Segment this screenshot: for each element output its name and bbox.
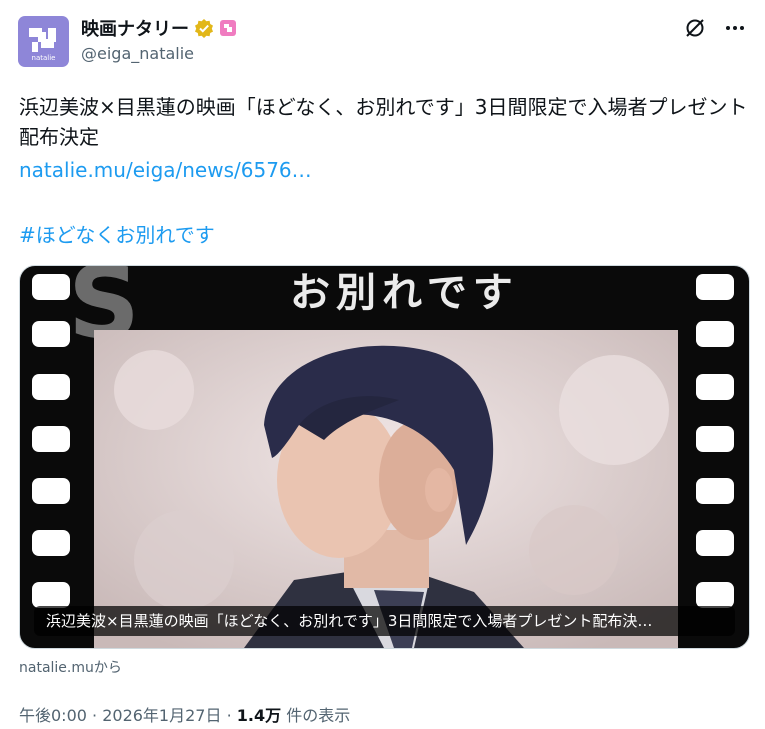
film-perforation [696,321,734,347]
film-perforation [696,274,734,300]
display-name[interactable]: 映画ナタリー [81,15,189,41]
account-handle[interactable]: @eiga_natalie [81,44,194,63]
film-perforation [696,374,734,400]
portrait-illustration [94,330,678,648]
card-source[interactable]: natalie.muから [19,657,122,677]
film-perforation [32,374,70,400]
grok-icon [686,19,704,37]
film-perforation [32,530,70,556]
film-perforation [696,582,734,608]
avatar-label: natalie [31,54,56,62]
more-button[interactable] [723,16,747,40]
avatar[interactable]: natalie [18,16,69,67]
top-actions [683,16,747,40]
views-label: 件の表示 [286,706,351,725]
film-perforation [696,426,734,452]
meta-separator: · [92,706,103,725]
film-perforation [696,478,734,504]
tweet-hashtag[interactable]: #ほどなくお別れです [19,219,215,248]
link-card[interactable]: S お別れです 浜辺美波×目黒蓮の映画「ほどなく、お別れです」3日間限定で入場者… [19,265,750,649]
film-perforation [32,274,70,300]
tweet-text: 浜辺美波×目黒蓮の映画「ほどなく、お別れです」3日間限定で入場者プレゼント配布決… [19,95,748,149]
film-perforation [32,478,70,504]
account-name-row: 映画ナタリー [81,15,237,41]
film-perforation [32,426,70,452]
tweet-meta: 午後0:00 · 2026年1月27日 · 1.4万 件の表示 [19,702,350,726]
affiliate-badge-icon[interactable] [219,19,237,37]
film-perforation [696,530,734,556]
card-caption: 浜辺美波×目黒蓮の映画「ほどなく、お別れです」3日間限定で入場者プレゼント配布決… [34,606,735,636]
card-photo [94,330,678,648]
tweet-time[interactable]: 午後0:00 [19,706,87,725]
card-title-art: お別れです [290,269,519,316]
meta-separator: · [226,706,237,725]
views-count: 1.4万 [236,706,282,725]
tweet-link[interactable]: natalie.mu/eiga/news/6576… [19,158,312,182]
film-perforation [32,321,70,347]
tweet-date[interactable]: 2026年1月27日 [102,706,221,725]
grok-button[interactable] [683,16,707,40]
film-perforation [32,582,70,608]
verified-badge-icon[interactable] [194,18,214,38]
more-icon [726,26,744,30]
